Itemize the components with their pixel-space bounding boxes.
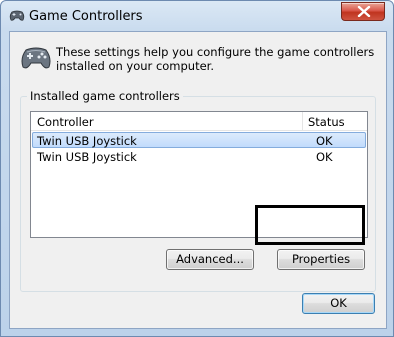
properties-button[interactable]: Properties [277,249,365,270]
game-controllers-window: Game Controllers These settings help you… [0,0,394,337]
properties-highlight-frame [255,205,365,245]
list-item[interactable]: Twin USB Joystick OK [32,149,366,165]
list-item[interactable]: Twin USB Joystick OK [32,132,366,148]
controller-status: OK [316,150,333,164]
intro-text: These settings help you configure the ga… [56,45,375,73]
title-bar[interactable]: Game Controllers [1,1,393,31]
close-button[interactable] [341,2,385,21]
advanced-button[interactable]: Advanced... [166,249,254,270]
group-label: Installed game controllers [27,89,183,103]
column-header-status[interactable]: Status [308,115,345,129]
controller-name: Twin USB Joystick [37,150,137,164]
controller-status: OK [316,134,333,148]
list-header: Controller Status [31,112,367,131]
controller-name: Twin USB Joystick [37,134,137,148]
column-header-controller[interactable]: Controller [37,115,94,129]
gamepad-icon [9,10,25,22]
close-icon [357,6,371,17]
column-divider[interactable] [302,112,303,131]
dialog-body: These settings help you configure the ga… [9,31,387,329]
window-title: Game Controllers [29,9,143,24]
installed-controllers-group: Installed game controllers Controller St… [20,89,376,292]
gamepad-icon [20,44,52,72]
ok-button[interactable]: OK [302,293,375,314]
